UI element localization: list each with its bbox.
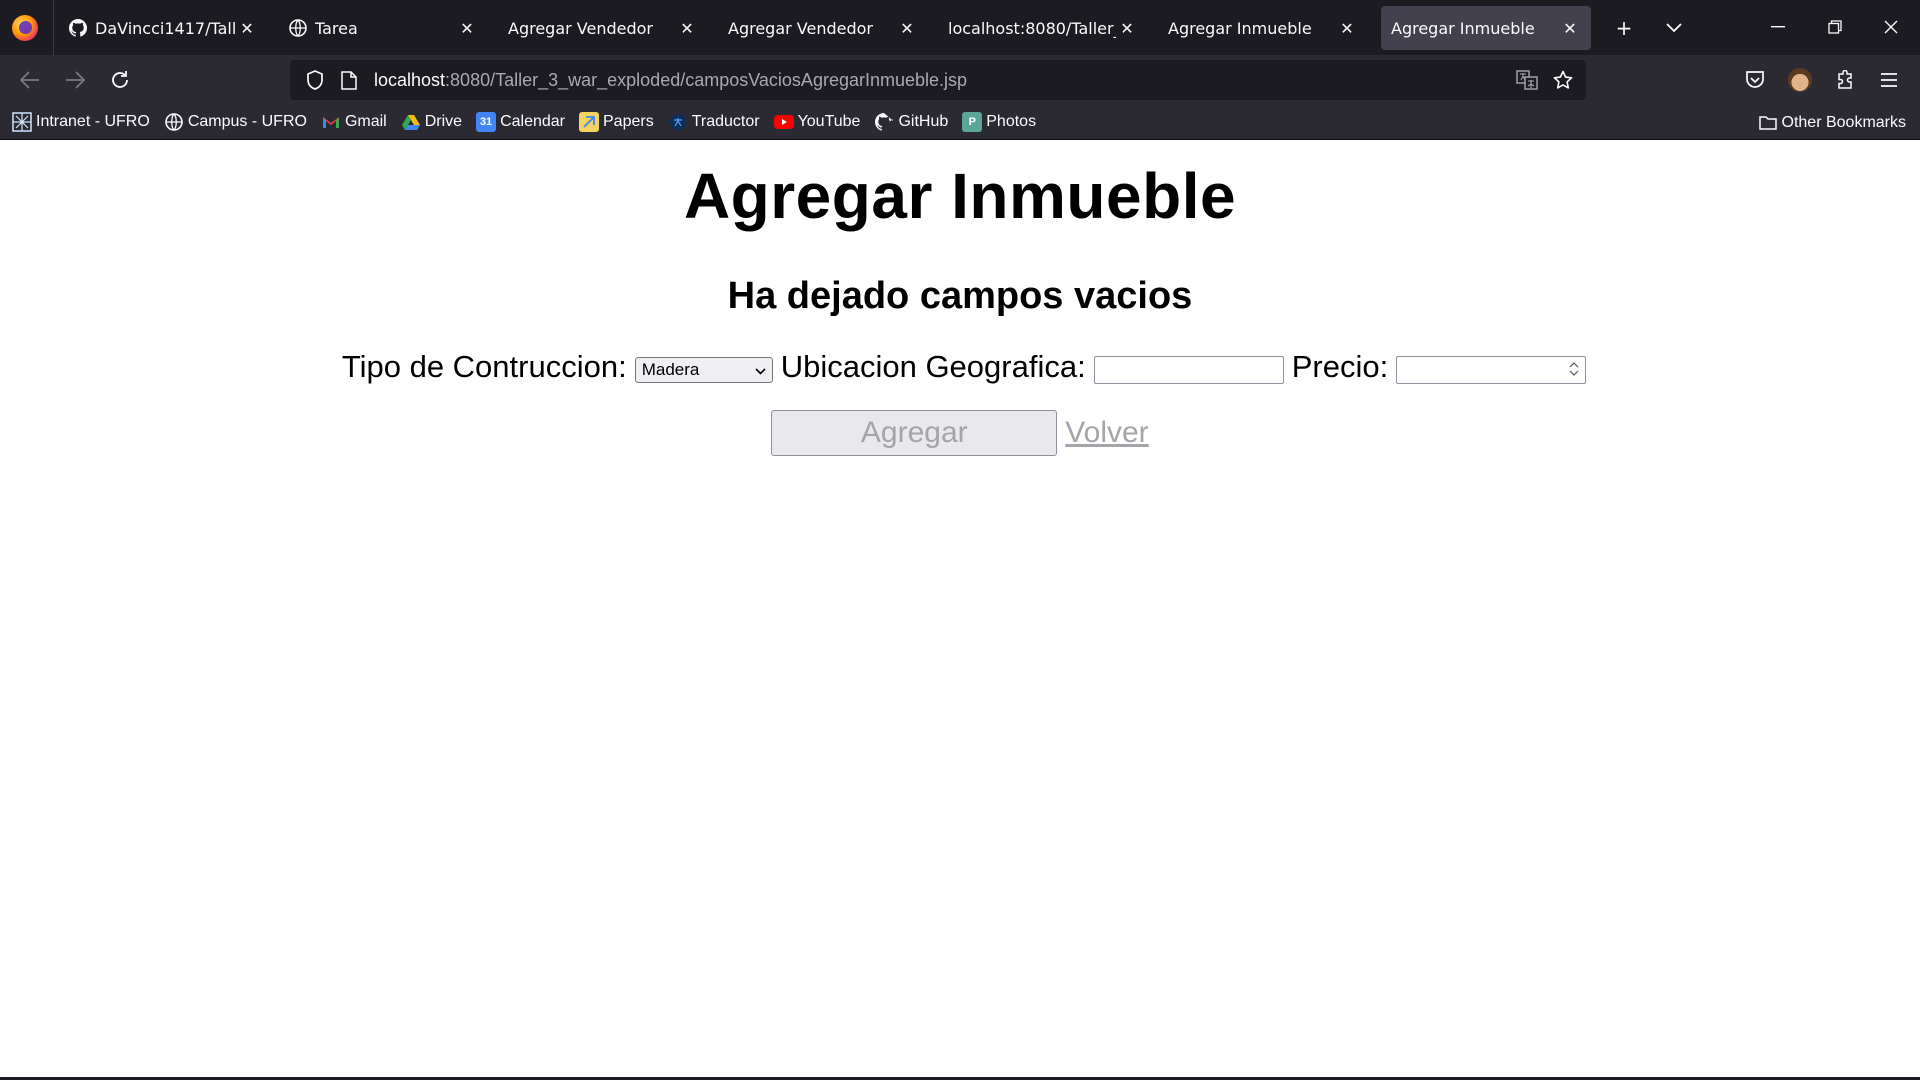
account-avatar[interactable]: [1783, 63, 1817, 97]
precio-label: Precio:: [1291, 349, 1389, 385]
tab-close-icon[interactable]: ✕: [236, 17, 258, 39]
tab-close-icon[interactable]: ✕: [896, 17, 918, 39]
tipo-construccion-select[interactable]: Madera: [634, 357, 773, 384]
empty-fields-message: Ha dejado campos vacios: [727, 274, 1193, 317]
globe-icon: [164, 112, 184, 132]
tab-title: Agregar Inmueble: [1391, 18, 1535, 38]
tab-strip: DaVincci1417/Taller_3 ✕ Tarea ✕ Agregar …: [0, 0, 1920, 55]
hamburger-menu-icon[interactable]: [1872, 63, 1906, 97]
tab-close-icon[interactable]: ✕: [456, 17, 478, 39]
tab-agregar-vendedor-2[interactable]: Agregar Vendedor ✕: [718, 6, 928, 50]
ubicacion-label: Ubicacion Geografica:: [780, 349, 1086, 385]
forward-arrow-icon[interactable]: [58, 63, 92, 97]
bookmark-youtube[interactable]: YouTube: [773, 112, 861, 132]
close-window-icon[interactable]: [1868, 8, 1914, 46]
other-bookmarks[interactable]: Other Bookmarks: [1758, 105, 1906, 140]
extensions-icon[interactable]: [1828, 63, 1862, 97]
chevron-down-icon: [755, 360, 766, 380]
other-bookmarks-label: Other Bookmarks: [1781, 113, 1906, 131]
bookmark-github[interactable]: GitHub: [874, 112, 948, 132]
tab-title: Tarea: [315, 18, 358, 38]
intranet-icon: [12, 112, 32, 132]
gmail-icon: [321, 112, 341, 132]
page-content: Agregar Inmueble Ha dejado campos vacios…: [0, 140, 1920, 1078]
url-host: localhost: [374, 69, 446, 90]
minimize-icon[interactable]: [1755, 8, 1801, 46]
tipo-construccion-label: Tipo de Contruccion:: [341, 349, 627, 385]
page-icon[interactable]: [332, 63, 366, 97]
tab-title: Agregar Vendedor: [728, 18, 874, 38]
translate-icon[interactable]: [1510, 63, 1544, 97]
bookmark-label: Papers: [603, 113, 654, 130]
navigation-toolbar: localhost:8080/Taller_3_war_exploded/cam…: [0, 55, 1920, 105]
tab-title: Agregar Vendedor: [508, 18, 654, 38]
tab-title: DaVincci1417/Taller_3: [95, 18, 236, 38]
bookmark-label: Drive: [424, 113, 463, 130]
tab-agregar-inmueble-1[interactable]: Agregar Inmueble ✕: [1158, 6, 1368, 50]
tab-title: Agregar Inmueble: [1168, 18, 1312, 38]
drive-icon: [401, 112, 421, 132]
url-text[interactable]: localhost:8080/Taller_3_war_exploded/cam…: [374, 70, 967, 91]
pocket-icon[interactable]: [1738, 63, 1772, 97]
bookmark-label: Calendar: [500, 113, 565, 130]
bookmark-label: Intranet - UFRO: [36, 113, 150, 130]
bookmark-papers[interactable]: Papers: [579, 112, 654, 132]
restore-icon[interactable]: [1812, 8, 1858, 46]
github-icon: [68, 18, 88, 38]
number-spinner-icon[interactable]: [1569, 361, 1579, 380]
bookmark-intranet[interactable]: Intranet - UFRO: [12, 112, 150, 132]
agregar-button[interactable]: Agregar: [771, 410, 1058, 457]
address-bar[interactable]: localhost:8080/Taller_3_war_exploded/cam…: [290, 60, 1586, 100]
bookmark-traductor[interactable]: Traductor: [668, 112, 760, 132]
reload-icon[interactable]: [103, 63, 137, 97]
translate-icon: [668, 112, 688, 132]
new-tab-icon[interactable]: +: [1608, 12, 1640, 44]
tab-close-icon[interactable]: ✕: [1559, 17, 1581, 39]
tab-title: localhost:8080/Taller_3_wa: [948, 18, 1116, 38]
ubicacion-input[interactable]: [1093, 356, 1284, 385]
url-path: :8080/Taller_3_war_exploded/camposVacios…: [445, 69, 968, 90]
star-icon[interactable]: [1546, 63, 1580, 97]
tab-agregar-inmueble-active[interactable]: Agregar Inmueble ✕: [1381, 6, 1591, 50]
volver-link[interactable]: Volver: [1065, 416, 1148, 450]
bookmark-campus[interactable]: Campus - UFRO: [164, 112, 307, 132]
form-actions: Agregar Volver: [0, 410, 1920, 457]
list-all-tabs-icon[interactable]: [1658, 12, 1690, 44]
folder-icon: [1758, 113, 1778, 133]
tab-separator: [53, 0, 54, 55]
tab-tarea[interactable]: Tarea ✕: [278, 6, 488, 50]
bookmark-calendar[interactable]: 31 Calendar: [476, 112, 565, 132]
page-title: Agregar Inmueble: [683, 160, 1237, 232]
bookmark-gmail[interactable]: Gmail: [321, 112, 387, 132]
tab-close-icon[interactable]: ✕: [676, 17, 698, 39]
bookmark-drive[interactable]: Drive: [401, 112, 462, 132]
inmueble-form: Tipo de Contruccion: Madera Ubicacion Ge…: [0, 349, 1920, 385]
tab-close-icon[interactable]: ✕: [1116, 17, 1138, 39]
bookmark-label: Photos: [986, 113, 1037, 130]
calendar-icon: 31: [476, 112, 497, 132]
tab-agregar-vendedor-1[interactable]: Agregar Vendedor ✕: [498, 6, 708, 50]
precio-input[interactable]: [1396, 356, 1587, 385]
papers-icon: [579, 112, 599, 132]
github-icon: [874, 112, 894, 132]
bookmark-label: GitHub: [898, 113, 949, 130]
bookmark-label: Gmail: [344, 113, 387, 130]
shield-icon[interactable]: [298, 63, 332, 97]
youtube-icon: [773, 112, 794, 132]
globe-icon: [288, 18, 308, 38]
bookmark-label: Campus - UFRO: [187, 113, 307, 130]
photos-icon: P: [962, 112, 983, 132]
tab-close-icon[interactable]: ✕: [1336, 17, 1358, 39]
bookmark-label: YouTube: [797, 113, 861, 130]
bookmark-photos[interactable]: P Photos: [962, 112, 1036, 132]
tab-localhost[interactable]: localhost:8080/Taller_3_wa ✕: [938, 6, 1148, 50]
tab-github[interactable]: DaVincci1417/Taller_3 ✕: [58, 6, 268, 50]
bookmark-label: Traductor: [691, 113, 760, 130]
avatar-icon: [1788, 68, 1812, 92]
select-value: Madera: [641, 360, 700, 380]
back-arrow-icon[interactable]: [13, 63, 47, 97]
bookmarks-toolbar: Intranet - UFRO Campus - UFRO Gmail Driv…: [0, 105, 1920, 140]
firefox-menu-icon[interactable]: [12, 15, 38, 41]
